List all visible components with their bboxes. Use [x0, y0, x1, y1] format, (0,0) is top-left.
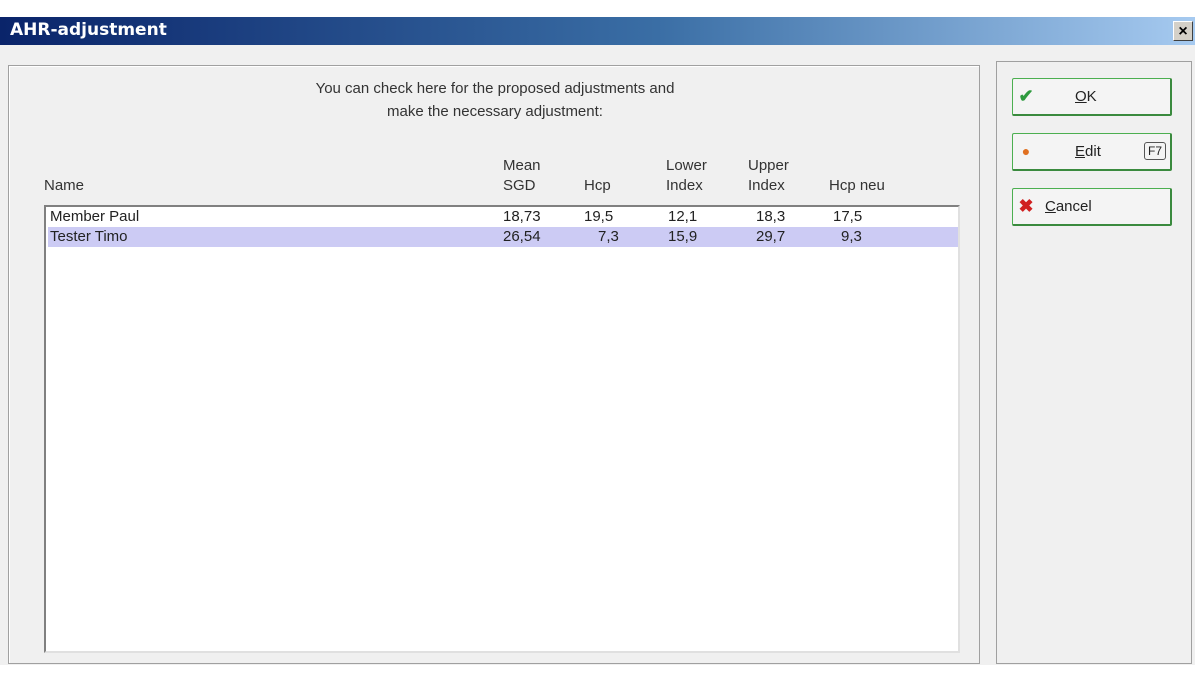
column-header-hcp: Hcp — [584, 177, 611, 194]
cell-lower-index: 12,1 — [668, 208, 698, 225]
cancel-button[interactable]: ✖ Cancel — [1012, 188, 1172, 226]
cell-upper-index: 18,3 — [756, 208, 786, 225]
info-text: You can check here for the proposed adju… — [200, 77, 790, 123]
column-header-hcp-neu: Hcp neu — [829, 177, 885, 194]
circle-icon: ● — [1021, 143, 1031, 159]
column-header-upper-index: Upper Index — [748, 156, 789, 196]
cancel-button-label: Cancel — [1045, 198, 1092, 215]
column-header-name: Name — [44, 177, 85, 194]
cell-name: Tester Timo — [50, 228, 128, 245]
cell-mean-sgd: 18,73 — [503, 208, 541, 225]
table-row[interactable]: Member Paul 18,73 19,5 12,1 18,3 17,5 — [48, 207, 958, 227]
column-header-mean-sgd: Mean SGD — [503, 156, 541, 196]
table-row[interactable]: Tester Timo 26,54 7,3 15,9 29,7 9,3 — [48, 227, 958, 247]
column-header-lower-top: Lower — [666, 157, 707, 174]
cell-lower-index: 15,9 — [668, 228, 698, 245]
f7-shortcut-badge: F7 — [1143, 142, 1166, 160]
check-icon: ✔ — [1018, 86, 1034, 106]
close-button[interactable]: × — [1173, 21, 1193, 41]
cell-hcp-neu: 17,5 — [833, 208, 863, 225]
info-line-2: make the necessary adjustment: — [387, 103, 603, 120]
column-header-lower-bottom: Index — [666, 177, 703, 194]
column-header-mean-sgd-top: Mean — [503, 157, 541, 174]
title-bar: AHR-adjustment × — [0, 17, 1195, 45]
column-header-lower-index: Lower Index — [666, 156, 707, 196]
cell-hcp: 19,5 — [584, 208, 614, 225]
cell-mean-sgd: 26,54 — [503, 228, 541, 245]
ok-button-label: OK — [1075, 88, 1097, 105]
column-header-upper-bottom: Index — [748, 177, 785, 194]
column-header-mean-sgd-bottom: SGD — [503, 177, 536, 194]
cell-hcp: 7,3 — [598, 228, 619, 245]
window-title: AHR-adjustment — [10, 20, 167, 40]
edit-button[interactable]: ● Edit F7 — [1012, 133, 1172, 171]
cell-upper-index: 29,7 — [756, 228, 786, 245]
dialog-client-area: You can check here for the proposed adju… — [0, 45, 1195, 665]
edit-button-label: Edit — [1075, 143, 1101, 160]
adjustment-table[interactable]: Member Paul 18,73 19,5 12,1 18,3 17,5 Te… — [44, 205, 960, 653]
cell-name: Member Paul — [50, 208, 140, 225]
column-header-upper-top: Upper — [748, 157, 789, 174]
close-icon: × — [1178, 23, 1188, 40]
info-line-1: You can check here for the proposed adju… — [315, 80, 675, 97]
ok-button[interactable]: ✔ OK — [1012, 78, 1172, 116]
cell-hcp-neu: 9,3 — [841, 228, 862, 245]
cross-icon: ✖ — [1018, 196, 1034, 216]
